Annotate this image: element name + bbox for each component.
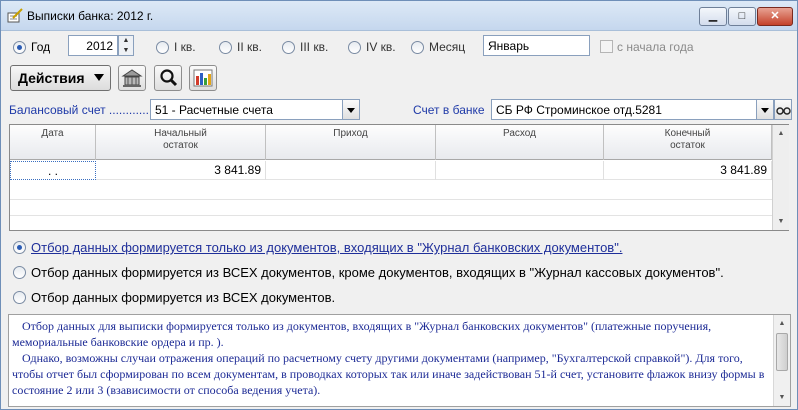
account-row: Балансовый счет ............ 51 - Расчет…: [1, 97, 797, 123]
filter-radio-1[interactable]: [13, 241, 26, 254]
bank-building-icon: [119, 69, 145, 93]
column-header-expense[interactable]: Расход: [436, 125, 604, 160]
statements-grid[interactable]: Дата Начальный остаток Приход Расход Коне…: [9, 124, 789, 231]
cell-closing[interactable]: 3 841.89: [604, 161, 772, 180]
chart-button[interactable]: [189, 65, 217, 91]
glasses-icon: [776, 104, 791, 119]
pen-notepad-icon: [7, 8, 23, 24]
bank-account-select[interactable]: СБ РФ Строминское отд.5281: [491, 99, 757, 120]
period-selector: Год 2012 ▲ ▼ I кв. II кв. III кв. IV кв.…: [1, 32, 797, 62]
radio-q1-label: I кв.: [174, 40, 196, 54]
bank-account-label: Счет в банке: [413, 103, 485, 117]
balance-account-dropdown[interactable]: [342, 99, 360, 120]
column-header-date[interactable]: Дата: [10, 125, 96, 160]
close-button[interactable]: ✕: [757, 7, 793, 26]
table-row[interactable]: . . 3 841.89 3 841.89: [10, 161, 772, 180]
from-year-start-label: с начала года: [617, 40, 694, 54]
column-header-income[interactable]: Приход: [266, 125, 436, 160]
info-scroll-down-icon[interactable]: ▼: [774, 389, 790, 406]
info-paragraph-2: Однако, возможны случаи отражения операц…: [12, 351, 765, 397]
radio-month-label: Месяц: [429, 40, 466, 54]
cell-expense[interactable]: [436, 161, 604, 180]
spin-down-icon[interactable]: ▼: [119, 46, 133, 56]
filter-option-2-label[interactable]: Отбор данных формируется из ВСЕХ докумен…: [31, 265, 724, 280]
radio-q3[interactable]: [282, 41, 295, 54]
bank-tool-button[interactable]: [118, 65, 146, 91]
bank-account-dropdown[interactable]: [756, 99, 774, 120]
cell-date[interactable]: . .: [10, 161, 96, 180]
info-scrollbar[interactable]: ▲ ▼: [773, 315, 790, 406]
radio-q4[interactable]: [348, 41, 361, 54]
radio-q3-label: III кв.: [300, 40, 329, 54]
grid-scrollbar[interactable]: ▲ ▼: [772, 125, 789, 230]
column-header-opening[interactable]: Начальный остаток: [96, 125, 266, 160]
maximize-button[interactable]: □: [728, 7, 756, 26]
column-header-closing[interactable]: Конечный остаток: [604, 125, 772, 160]
radio-q2[interactable]: [219, 41, 232, 54]
year-spinner[interactable]: ▲ ▼: [118, 35, 134, 56]
minimize-button[interactable]: ▁: [699, 7, 727, 26]
actions-menu-button[interactable]: Действия: [10, 65, 111, 91]
info-paragraph-1: Отбор данных для выписки формируется тол…: [12, 319, 712, 349]
info-scroll-thumb[interactable]: [776, 333, 788, 371]
filter-option-all[interactable]: Отбор данных формируется из ВСЕХ докумен…: [1, 287, 797, 309]
spin-up-icon[interactable]: ▲: [119, 36, 133, 46]
radio-month[interactable]: [411, 41, 424, 54]
cell-income[interactable]: [266, 161, 436, 180]
chart-icon: [190, 69, 216, 93]
actions-label: Действия: [18, 70, 85, 86]
radio-q1[interactable]: [156, 41, 169, 54]
radio-year[interactable]: [13, 41, 26, 54]
info-text-box: Отбор данных для выписки формируется тол…: [8, 314, 791, 407]
cell-opening[interactable]: 3 841.89: [96, 161, 266, 180]
dropdown-arrow-icon: [94, 74, 104, 81]
radio-q4-label: IV кв.: [366, 40, 396, 54]
filter-radio-3[interactable]: [13, 291, 26, 304]
empty-row: [10, 197, 772, 216]
filter-option-3-label[interactable]: Отбор данных формируется из ВСЕХ докумен…: [31, 290, 335, 305]
from-year-start-checkbox[interactable]: [600, 40, 613, 53]
scroll-down-icon[interactable]: ▼: [773, 213, 789, 230]
toolbar: Действия: [1, 63, 797, 95]
filter-option-all-except-cash[interactable]: Отбор данных формируется из ВСЕХ докумен…: [1, 262, 797, 284]
balance-account-select[interactable]: 51 - Расчетные счета: [150, 99, 343, 120]
month-input[interactable]: Январь: [483, 35, 590, 56]
balance-account-label: Балансовый счет ............: [9, 103, 149, 117]
year-input[interactable]: 2012: [68, 35, 118, 56]
window-title: Выписки банка: 2012 г.: [27, 9, 154, 23]
radio-year-label: Год: [31, 40, 51, 54]
scroll-up-icon[interactable]: ▲: [773, 125, 789, 142]
radio-q2-label: II кв.: [237, 40, 262, 54]
search-button[interactable]: [154, 65, 182, 91]
info-scroll-up-icon[interactable]: ▲: [774, 315, 790, 332]
filter-option-bank-journal[interactable]: Отбор данных формируется только из докум…: [1, 237, 797, 259]
grid-header: Дата Начальный остаток Приход Расход Коне…: [10, 125, 772, 160]
filter-radio-2[interactable]: [13, 266, 26, 279]
magnifier-icon: [155, 69, 181, 93]
title-bar: Выписки банка: 2012 г. ▁ □ ✕: [1, 1, 797, 31]
bank-lookup-button[interactable]: [774, 99, 792, 120]
filter-option-1-label[interactable]: Отбор данных формируется только из докум…: [31, 240, 622, 255]
bank-statements-window: Выписки банка: 2012 г. ▁ □ ✕ Год 2012 ▲ …: [0, 0, 798, 410]
